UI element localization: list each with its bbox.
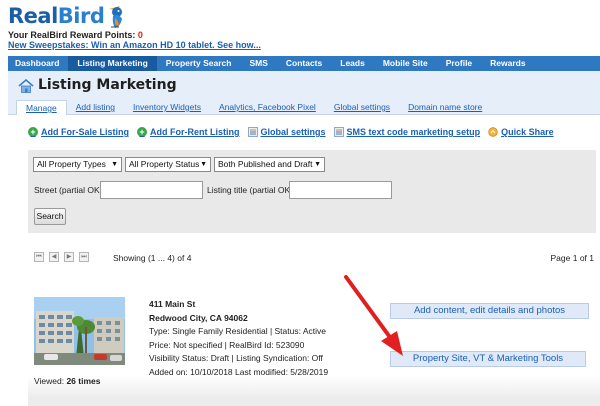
nav-mobile-site[interactable]: Mobile Site — [374, 56, 437, 71]
house-icon — [18, 79, 34, 93]
nav-dashboard[interactable]: Dashboard — [8, 56, 68, 71]
tab-manage[interactable]: Manage — [16, 100, 67, 115]
nav-leads[interactable]: Leads — [331, 56, 374, 71]
plus-icon: + — [137, 127, 148, 137]
nav-listing-marketing[interactable]: Listing Marketing — [68, 56, 157, 71]
sms-settings-icon — [333, 127, 344, 137]
tab-add-listing[interactable]: Add listing — [67, 100, 124, 115]
kingfisher-bird-icon — [109, 6, 123, 28]
nav-property-search[interactable]: Property Search — [157, 56, 241, 71]
chevron-down-icon: ▼ — [111, 161, 118, 168]
chevron-down-icon: ▼ — [314, 161, 321, 168]
add-content-button[interactable]: Add content, edit details and photos — [390, 303, 589, 319]
listing-title-label: Listing title (partial OK): — [207, 185, 296, 195]
reward-points-value: 0 — [137, 30, 143, 40]
sms-setup-link[interactable]: SMS text code marketing setup — [333, 127, 480, 137]
page-header: Listing Marketing Manage Add listing Inv… — [8, 71, 600, 115]
pagination: ⏮ ◀ ▶ ⏭ — [34, 251, 94, 263]
listing-title-input[interactable] — [289, 181, 392, 199]
sweepstakes-link[interactable]: New Sweepstakes: Win an Amazon HD 10 tab… — [8, 40, 261, 50]
listing-visibility: Visibility Status: Draft | Listing Syndi… — [149, 353, 323, 363]
viewed-count: Viewed: 26 times — [34, 376, 101, 386]
tab-inventory-widgets[interactable]: Inventory Widgets — [124, 100, 210, 115]
page-title: Listing Marketing — [38, 77, 177, 93]
nav-rewards[interactable]: Rewards — [481, 56, 534, 71]
listing-card: Viewed: 26 times 411 Main St Redwood Cit… — [28, 276, 600, 406]
global-settings-link[interactable]: Global settings — [247, 127, 326, 137]
published-filter-select[interactable]: Both Published and Draft ▼ — [214, 157, 325, 172]
listing-dates: Added on: 10/10/2018 Last modified: 5/28… — [149, 366, 329, 377]
street-label: Street (partial OK): — [34, 185, 105, 195]
next-page-icon[interactable]: ▶ — [64, 252, 74, 262]
tab-global-settings[interactable]: Global settings — [325, 100, 399, 115]
search-button[interactable]: Search — [34, 208, 66, 225]
nav-sms[interactable]: SMS — [240, 56, 276, 71]
main-nav: Dashboard Listing Marketing Property Sea… — [8, 56, 600, 71]
listing-info: 411 Main St Redwood City, CA 94062 Type:… — [149, 298, 328, 379]
realbird-logo[interactable]: RealBird — [8, 3, 127, 29]
nav-contacts[interactable]: Contacts — [277, 56, 331, 71]
add-for-sale-link[interactable]: + Add For-Sale Listing — [28, 127, 129, 137]
tab-domain-name-store[interactable]: Domain name store — [399, 100, 491, 115]
reward-points: Your RealBird Reward Points: 0 — [8, 30, 143, 40]
listing-price-id: Price: Not specified | RealBird Id: 5230… — [149, 339, 305, 350]
prev-page-icon[interactable]: ◀ — [49, 252, 59, 262]
filter-panel: All Property Types ▼ All Property Status ▼… — [28, 150, 596, 233]
property-type-select[interactable]: All Property Types ▼ — [33, 157, 122, 172]
listing-type-status: Type: Single Family Residential | Status… — [149, 326, 327, 336]
street-input[interactable] — [100, 181, 203, 199]
first-page-icon[interactable]: ⏮ — [34, 252, 44, 262]
listing-photo[interactable] — [34, 297, 125, 365]
logo-wordmark: RealBird — [8, 4, 105, 28]
property-status-select[interactable]: All Property Status ▼ — [125, 157, 211, 172]
listing-city: Redwood City, CA 94062 — [149, 312, 248, 323]
share-icon — [488, 127, 498, 137]
tab-analytics[interactable]: Analytics, Facebook Pixel — [210, 100, 325, 115]
last-page-icon[interactable]: ⏭ — [79, 252, 89, 262]
plus-icon: + — [28, 127, 38, 137]
showing-count: Showing (1 ... 4) of 4 — [113, 253, 192, 263]
nav-profile[interactable]: Profile — [437, 56, 481, 71]
quick-share-link[interactable]: Quick Share — [488, 127, 554, 137]
add-for-rent-link[interactable]: + Add For-Rent Listing — [137, 127, 240, 137]
action-links: + Add For-Sale Listing + Add For-Rent Li… — [28, 125, 562, 139]
subtabs: Manage Add listing Inventory Widgets Ana… — [16, 100, 491, 115]
chevron-down-icon: ▼ — [200, 161, 207, 168]
property-site-tools-button[interactable]: Property Site, VT & Marketing Tools — [390, 351, 586, 367]
listing-address: 411 Main St — [149, 299, 196, 309]
settings-icon — [247, 127, 258, 137]
page-indicator: Page 1 of 1 — [550, 253, 594, 263]
